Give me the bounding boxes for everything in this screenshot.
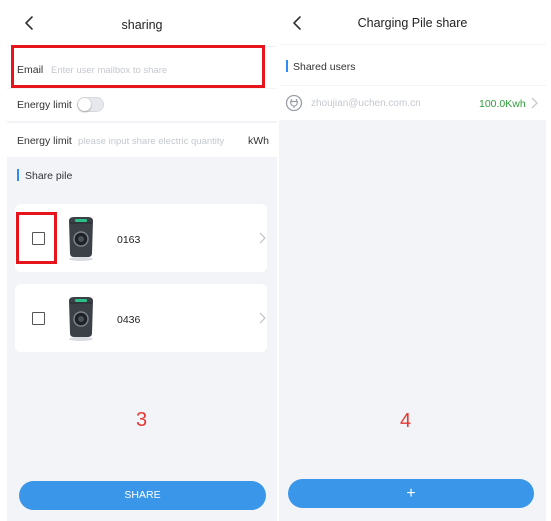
section-title-shared-users: Shared users [293, 61, 356, 73]
energy-limit-input-label: Energy limit [17, 135, 72, 147]
shared-energy-amount: 100.0Kwh [479, 98, 526, 110]
energy-limit-toggle-label: Energy limit [17, 99, 72, 111]
charging-pile-share-screen: Charging Pile share Shared users zhoujia… [279, 0, 546, 521]
charging-pile-icon [69, 217, 93, 261]
add-share-button[interactable]: + [288, 479, 534, 508]
energy-limit-toggle-row: Energy limit [7, 89, 277, 121]
chevron-right-icon [531, 97, 538, 109]
share-button[interactable]: SHARE [19, 481, 266, 510]
page-title: Charging Pile share [357, 16, 468, 30]
top-bar: sharing [7, 0, 277, 46]
step-number-4: 4 [400, 410, 412, 432]
energy-quantity-input[interactable]: please input share electric quantity [78, 136, 224, 147]
pile-card[interactable]: 0436 [15, 284, 267, 352]
checkbox-highlight-box [16, 212, 57, 264]
shared-user-row[interactable]: zhoujian@uchen.com.cn 100.0Kwh [279, 86, 546, 120]
chevron-right-icon [259, 312, 266, 324]
section-marker [17, 169, 19, 181]
top-bar: Charging Pile share [279, 0, 546, 44]
kwh-unit: kWh [248, 135, 269, 147]
pile-checkbox[interactable] [32, 312, 45, 325]
pile-name: 0163 [117, 234, 141, 246]
charging-pile-icon [69, 297, 93, 341]
email-highlight-box [11, 45, 265, 88]
shared-users-header-row: Shared users [279, 45, 546, 85]
pile-name: 0436 [117, 314, 141, 326]
page-title: sharing [121, 18, 163, 32]
shared-user-email: zhoujian@uchen.com.cn [311, 98, 421, 109]
plug-icon [285, 94, 303, 112]
toggle-knob [78, 98, 91, 111]
chevron-right-icon [259, 232, 266, 244]
energy-limit-toggle[interactable] [77, 97, 104, 112]
step-number-3: 3 [136, 409, 148, 431]
section-marker [286, 60, 288, 72]
energy-limit-input-row: Energy limit please input share electric… [7, 123, 277, 157]
section-title-share-pile: Share pile [25, 170, 73, 182]
